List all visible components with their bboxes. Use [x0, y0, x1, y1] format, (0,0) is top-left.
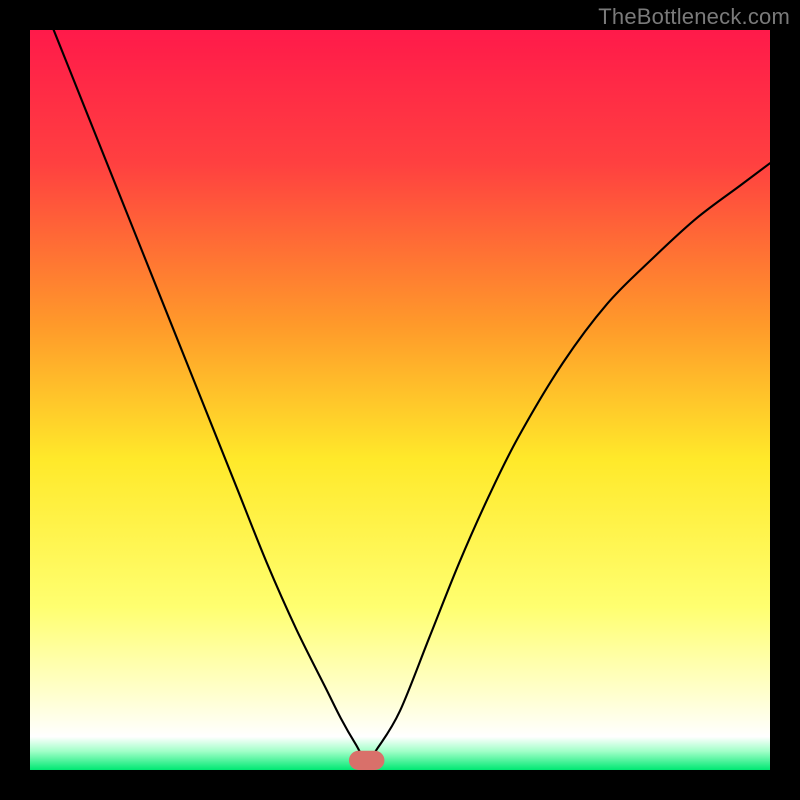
chart-frame: TheBottleneck.com [0, 0, 800, 800]
plot-area [30, 30, 770, 770]
marker-layer [349, 751, 385, 770]
min-marker [349, 751, 385, 770]
watermark-text: TheBottleneck.com [598, 4, 790, 30]
gradient-background [30, 30, 770, 770]
chart-svg [30, 30, 770, 770]
